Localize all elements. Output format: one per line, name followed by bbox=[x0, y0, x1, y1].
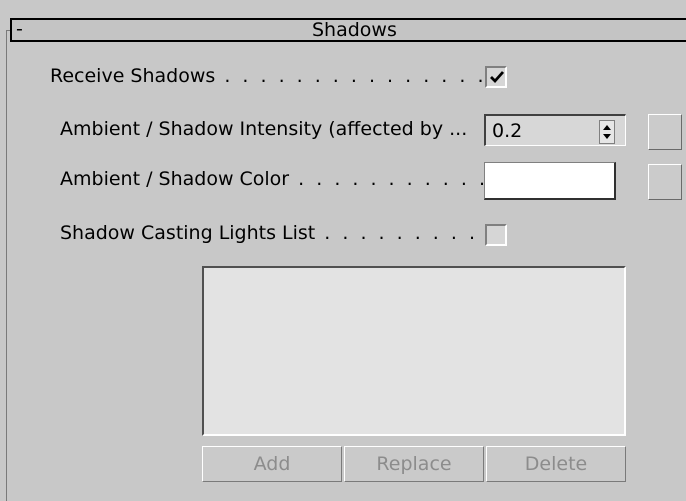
shadow-casting-lights-dots: . . . . . . . . . . . . bbox=[324, 222, 484, 244]
ambient-color-map-button[interactable] bbox=[648, 164, 682, 200]
collapse-toggle[interactable]: - bbox=[16, 17, 23, 41]
rollout-title: Shadows bbox=[312, 19, 397, 41]
spinner-arrows[interactable] bbox=[599, 120, 615, 144]
ambient-color-swatch[interactable] bbox=[484, 162, 616, 200]
spinner-up-down-icon[interactable] bbox=[600, 121, 614, 143]
ambient-intensity-map-button[interactable] bbox=[648, 114, 682, 150]
checkmark-icon bbox=[490, 71, 505, 84]
ambient-color-dots: . . . . . . . . . . . . . . bbox=[298, 168, 484, 190]
shadow-casting-lights-text: Shadow Casting Lights List bbox=[60, 222, 316, 244]
shadow-casting-lights-checkbox[interactable] bbox=[485, 224, 507, 246]
receive-shadows-checkbox[interactable] bbox=[485, 66, 507, 88]
add-button[interactable]: Add bbox=[202, 446, 342, 482]
receive-shadows-dots: . . . . . . . . . . . . . . . . . . . . … bbox=[224, 65, 482, 87]
replace-button[interactable]: Replace bbox=[344, 446, 484, 482]
ambient-color-text: Ambient / Shadow Color bbox=[60, 168, 290, 190]
ambient-intensity-spinner[interactable]: 0.2 bbox=[484, 114, 626, 146]
receive-shadows-text: Receive Shadows bbox=[50, 65, 216, 87]
delete-button[interactable]: Delete bbox=[486, 446, 626, 482]
ambient-intensity-label: Ambient / Shadow Intensity (affected by … bbox=[60, 118, 484, 140]
shadow-lights-listbox[interactable] bbox=[202, 266, 626, 436]
shadow-casting-lights-label: Shadow Casting Lights List . . . . . . .… bbox=[60, 222, 484, 244]
ambient-intensity-value[interactable]: 0.2 bbox=[492, 119, 522, 143]
receive-shadows-label: Receive Shadows . . . . . . . . . . . . … bbox=[50, 65, 482, 87]
ambient-color-label: Ambient / Shadow Color . . . . . . . . .… bbox=[60, 168, 484, 190]
ambient-intensity-text: Ambient / Shadow Intensity (affected by … bbox=[60, 118, 468, 140]
